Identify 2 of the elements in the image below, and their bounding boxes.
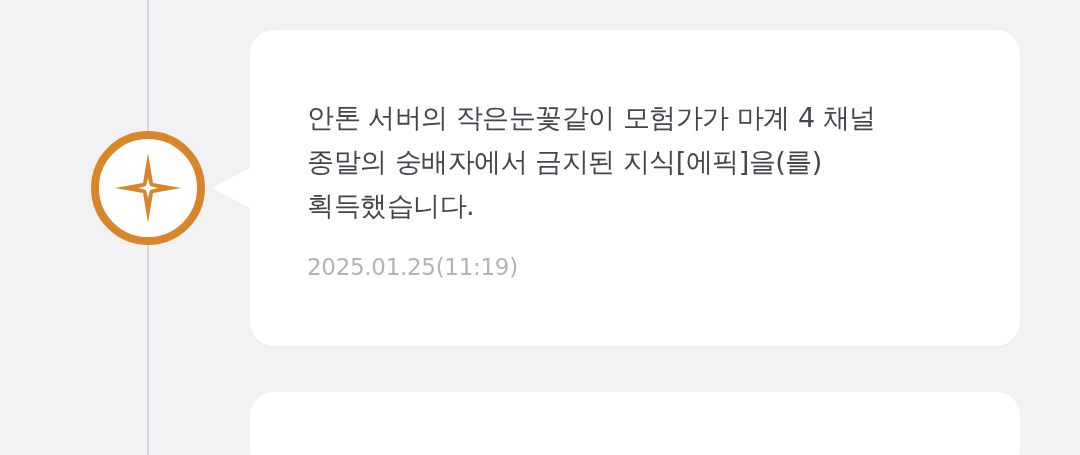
log-timestamp: 2025.01.25(11:19) xyxy=(307,254,519,280)
log-message: 안톤 서버의 작은눈꽃같이 모험가가 마계 4 채널 종말의 숭배자에서 금지된 지식[에픽]을(를) 획득했습니다. xyxy=(307,101,877,223)
